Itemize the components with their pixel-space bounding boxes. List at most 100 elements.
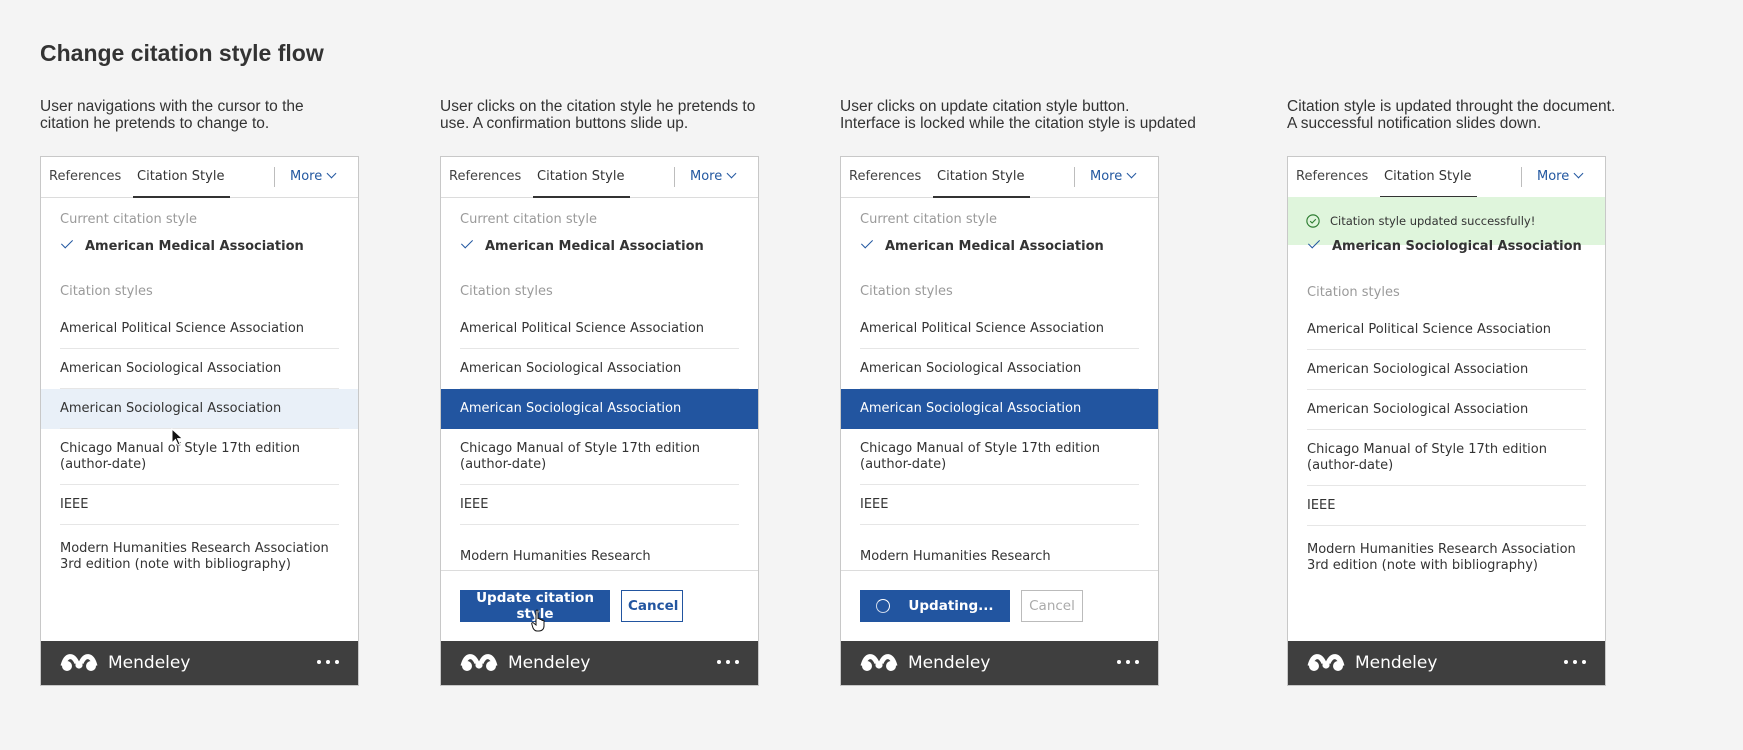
citation-style-item[interactable]: Americal Political Science Association	[841, 309, 1158, 349]
more-menu-button[interactable]: More	[1090, 157, 1137, 197]
check-circle-icon	[1306, 214, 1320, 228]
citation-style-item[interactable]: IEEE	[1288, 486, 1605, 526]
dot	[1117, 660, 1121, 664]
citation-styles-label: Citation styles	[60, 284, 153, 299]
confirmation-actions: Updating... Cancel	[841, 570, 1158, 641]
citation-style-item[interactable]: American Sociological Association	[441, 389, 758, 429]
citation-style-name: IEEE	[1307, 498, 1336, 513]
more-options-icon[interactable]	[317, 660, 339, 664]
mendeley-footer: Mendeley	[41, 641, 358, 685]
citation-style-item[interactable]: Modern Humanities Research Association 3…	[1288, 526, 1605, 590]
citation-style-item[interactable]: American Sociological Association	[1288, 350, 1605, 390]
citation-style-item[interactable]: American Sociological Association	[41, 389, 358, 429]
more-label: More	[1090, 169, 1123, 184]
citation-style-list: Americal Political Science Association Am…	[441, 309, 758, 589]
tab-divider	[1074, 167, 1075, 187]
citation-style-item[interactable]: IEEE	[841, 485, 1158, 525]
tab-references[interactable]: References	[1296, 157, 1368, 197]
tab-citation-style[interactable]: Citation Style	[1380, 157, 1478, 198]
citation-styles-label: Citation styles	[460, 284, 553, 299]
update-button-label: Updating...	[908, 598, 994, 614]
tab-citation-style[interactable]: Citation Style	[533, 157, 631, 198]
citation-style-item[interactable]: Americal Political Science Association	[41, 309, 358, 349]
dot	[1126, 660, 1130, 664]
citation-style-item[interactable]: American Sociological Association	[41, 349, 358, 389]
more-menu-button[interactable]: More	[1537, 157, 1584, 197]
citation-style-item[interactable]: IEEE	[441, 485, 758, 525]
dot	[1573, 660, 1577, 664]
citation-style-item[interactable]: Chicago Manual of Style 17th edition (au…	[1288, 430, 1605, 486]
citation-style-list: Americal Political Science Association Am…	[1288, 310, 1605, 590]
tab-citation-style[interactable]: Citation Style	[133, 157, 231, 198]
citation-style-name: Chicago Manual of Style 17th edition (au…	[1307, 442, 1547, 473]
update-citation-style-button[interactable]: Update citation style	[460, 590, 610, 622]
more-options-icon[interactable]	[1564, 660, 1586, 664]
more-options-icon[interactable]	[1117, 660, 1139, 664]
step-4: Citation style is updated throught the d…	[1287, 98, 1687, 146]
current-style-label: Current citation style	[460, 212, 597, 227]
citation-style-name: Modern Humanities Research	[460, 549, 651, 564]
mendeley-logo-icon	[860, 654, 898, 671]
tab-references[interactable]: References	[49, 157, 121, 197]
mendeley-logo-icon	[60, 654, 98, 671]
tab-references[interactable]: References	[849, 157, 921, 197]
citation-style-name: American Sociological Association	[1307, 402, 1529, 417]
citation-style-item[interactable]: American Sociological Association	[841, 389, 1158, 429]
chevron-down-icon	[726, 168, 737, 179]
cancel-button[interactable]: Cancel	[621, 590, 683, 622]
update-citation-style-button[interactable]: Updating...	[860, 590, 1010, 622]
dot	[1135, 660, 1139, 664]
citation-style-item[interactable]: Modern Humanities Research Association 3…	[41, 525, 358, 589]
citation-styles-label: Citation styles	[1307, 285, 1400, 300]
citation-style-item[interactable]: Americal Political Science Association	[441, 309, 758, 349]
add-in-panel: References Citation Style More Current cita…	[440, 156, 759, 686]
citation-style-item[interactable]: Chicago Manual of Style 17th edition (au…	[441, 429, 758, 485]
citation-style-name: Chicago Manual of Style 17th edition (au…	[860, 441, 1100, 472]
chevron-down-icon	[326, 168, 337, 179]
mendeley-footer: Mendeley	[1288, 641, 1605, 685]
citation-style-item[interactable]: American Sociological Association	[841, 349, 1158, 389]
more-menu-button[interactable]: More	[690, 157, 737, 197]
tab-references[interactable]: References	[449, 157, 521, 197]
dot	[726, 660, 730, 664]
dot	[335, 660, 339, 664]
checkmark-icon	[1307, 236, 1321, 249]
citation-styles-label: Citation styles	[860, 284, 953, 299]
tab-bar: References Citation Style More	[441, 157, 758, 198]
citation-style-item[interactable]: American Sociological Association	[1288, 390, 1605, 430]
citation-style-item[interactable]: Chicago Manual of Style 17th edition (au…	[41, 429, 358, 485]
checkmark-icon	[860, 236, 874, 249]
current-style-label: Current citation style	[60, 212, 197, 227]
confirmation-actions: Update citation style Cancel	[441, 570, 758, 641]
citation-style-name: IEEE	[460, 497, 489, 512]
success-notification: Citation style updated successfully!	[1288, 197, 1605, 245]
current-citation-style: American Sociological Association	[1307, 236, 1582, 254]
chevron-down-icon	[1126, 168, 1137, 179]
more-menu-button[interactable]: More	[290, 157, 337, 197]
more-label: More	[290, 169, 323, 184]
citation-style-name: American Sociological Association	[1307, 362, 1529, 377]
update-button-label: Update citation style	[476, 590, 594, 622]
citation-style-name: American Sociological Association	[460, 401, 682, 416]
tab-divider	[674, 167, 675, 187]
step-3: User clicks on update citation style but…	[840, 98, 1240, 146]
more-options-icon[interactable]	[717, 660, 739, 664]
page-title: Change citation style flow	[40, 40, 324, 66]
notification-text: Citation style updated successfully!	[1330, 214, 1536, 228]
cancel-button[interactable]: Cancel	[1021, 590, 1083, 622]
citation-style-item[interactable]: Americal Political Science Association	[1288, 310, 1605, 350]
tab-citation-style[interactable]: Citation Style	[933, 157, 1031, 198]
citation-style-name: Chicago Manual of Style 17th edition (au…	[460, 441, 700, 472]
tab-bar: References Citation Style More	[41, 157, 358, 198]
citation-style-item[interactable]: IEEE	[41, 485, 358, 525]
step-2: User clicks on the citation style he pre…	[440, 98, 840, 146]
citation-style-name: American Sociological Association	[460, 361, 682, 376]
citation-style-item[interactable]: Chicago Manual of Style 17th edition (au…	[841, 429, 1158, 485]
add-in-panel: References Citation Style More Citation sty…	[1287, 156, 1606, 686]
citation-style-list: Americal Political Science Association Am…	[41, 309, 358, 589]
step-description: User clicks on update citation style but…	[840, 98, 1196, 132]
brand-name: Mendeley	[908, 653, 991, 673]
citation-style-item[interactable]: American Sociological Association	[441, 349, 758, 389]
mendeley-logo-icon	[460, 654, 498, 671]
mendeley-logo-icon	[1307, 654, 1345, 671]
